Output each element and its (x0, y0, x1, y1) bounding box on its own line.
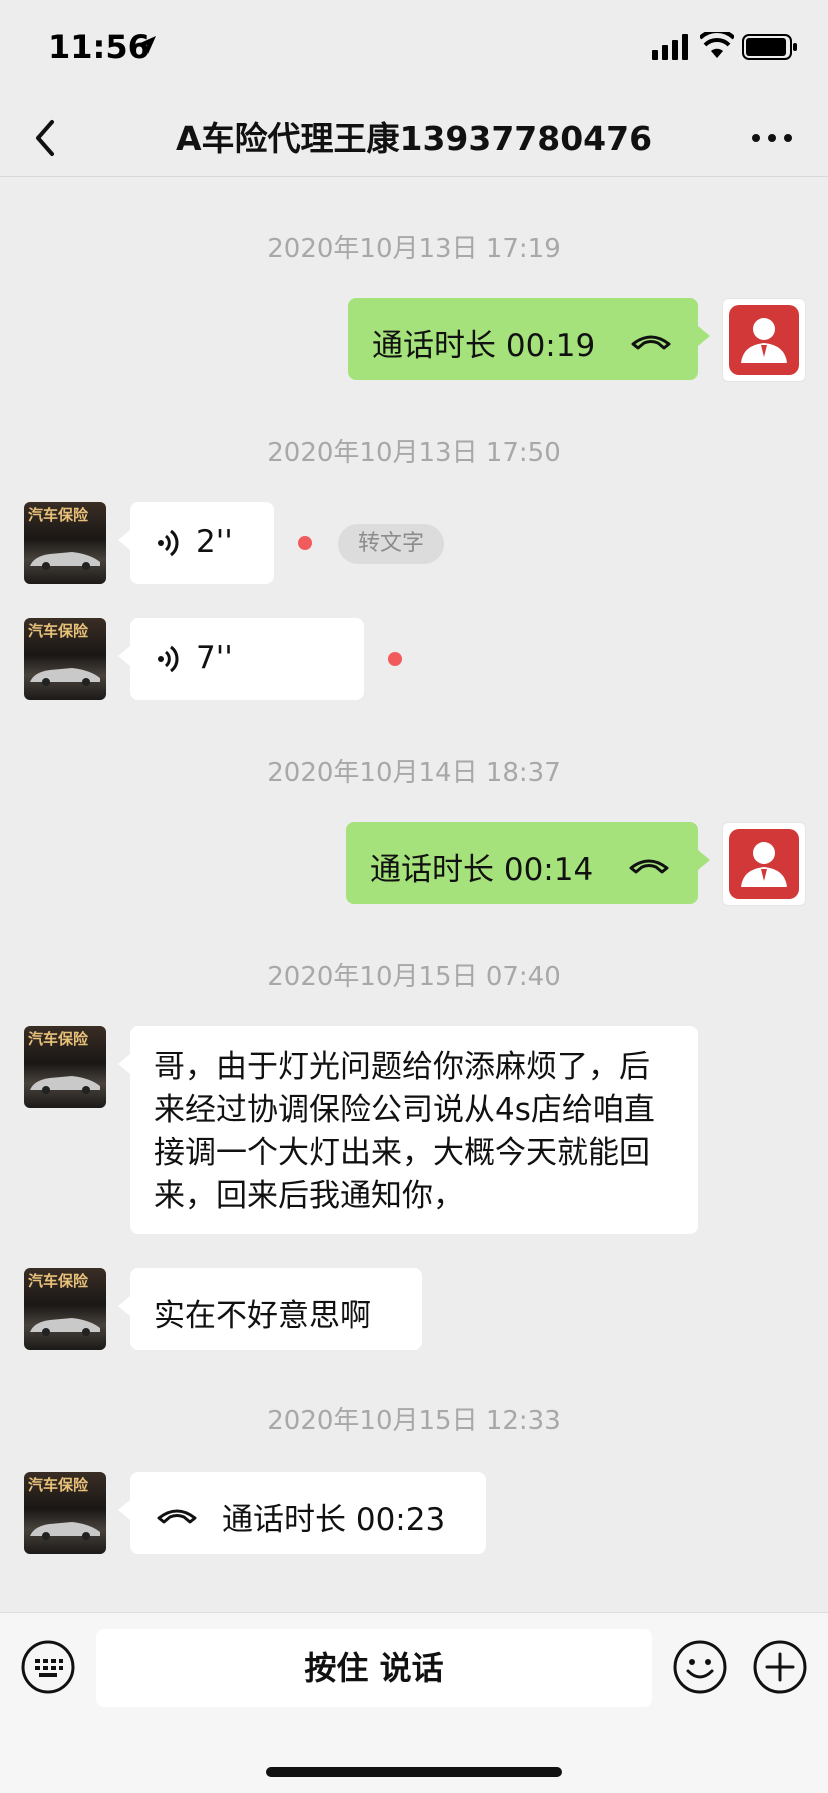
voice-wave-icon (158, 529, 179, 557)
phone-hangup-icon (157, 1509, 197, 1524)
timestamp: 2020年10月13日 17:50 (267, 438, 561, 468)
back-icon[interactable] (28, 114, 64, 162)
message-text: 实在不好意思啊 (154, 1298, 371, 1334)
avatar-brand-text: 汽车保险 (28, 622, 89, 640)
timestamp: 2020年10月15日 07:40 (267, 962, 561, 992)
car-image (30, 552, 100, 570)
call-record-bubble[interactable]: 通话时长 00:19 (348, 298, 710, 380)
avatar-brand-text: 汽车保险 (28, 1476, 89, 1494)
my-avatar[interactable] (722, 298, 806, 382)
status-time: 11:56 (48, 28, 150, 66)
avatar-brand-text: 汽车保险 (28, 506, 89, 524)
contact-avatar[interactable]: 汽车保险 (24, 502, 106, 584)
voice-wave-icon (158, 645, 179, 673)
unread-dot (388, 652, 402, 666)
home-indicator[interactable] (266, 1767, 562, 1777)
my-avatar[interactable] (722, 822, 806, 906)
contact-avatar[interactable]: 汽车保险 (24, 1472, 106, 1554)
avatar-brand-text: 汽车保险 (28, 1030, 89, 1048)
car-image (30, 1522, 100, 1540)
unread-dot (298, 536, 312, 550)
person-icon (741, 842, 787, 887)
voice-duration: 7'' (196, 640, 233, 676)
message-text: 哥，由于灯光问题给你添麻烦了，后来经过协调保险公司说从4s店给咱直接调一个大灯出… (154, 1049, 655, 1214)
car-image (30, 668, 100, 686)
emoji-icon[interactable] (672, 1639, 728, 1695)
location-arrow-icon (138, 36, 156, 54)
status-bar: 11:56 (0, 0, 828, 100)
convert-to-text-button[interactable]: 转文字 (338, 524, 444, 564)
call-duration-text: 通话时长 00:19 (372, 328, 596, 364)
battery-icon (742, 34, 797, 60)
car-image (30, 1318, 100, 1336)
contact-avatar[interactable]: 汽车保险 (24, 618, 106, 700)
car-image (30, 1076, 100, 1094)
hold-to-talk-button[interactable]: 按住 说话 (96, 1629, 652, 1707)
call-record-bubble[interactable]: 通话时长 00:23 (118, 1472, 486, 1554)
voice-duration: 2'' (196, 524, 233, 560)
text-message-bubble[interactable]: 实在不好意思啊 (118, 1268, 422, 1350)
avatar-brand-text: 汽车保险 (28, 1272, 89, 1290)
voice-message-bubble[interactable]: 7'' (118, 618, 364, 700)
signal-icon (652, 34, 688, 60)
call-duration-text: 通话时长 00:14 (370, 852, 594, 888)
wifi-icon (700, 32, 734, 58)
contact-avatar[interactable]: 汽车保险 (24, 1026, 106, 1108)
phone-hangup-icon (629, 859, 669, 874)
call-duration-text: 通话时长 00:23 (222, 1502, 446, 1538)
timestamp: 2020年10月15日 12:33 (267, 1406, 561, 1436)
input-bar: 按住 说话 (0, 1612, 828, 1793)
more-icon[interactable] (748, 126, 796, 150)
voice-message-bubble[interactable]: 2'' (118, 502, 274, 584)
chat-header: A车险代理王康13937780476 (0, 100, 828, 177)
phone-hangup-icon (631, 335, 671, 350)
person-icon (741, 318, 787, 363)
timestamp: 2020年10月14日 18:37 (267, 758, 561, 788)
contact-avatar[interactable]: 汽车保险 (24, 1268, 106, 1350)
chat-title: A车险代理王康13937780476 (175, 119, 653, 158)
text-message-bubble[interactable]: 哥，由于灯光问题给你添麻烦了，后来经过协调保险公司说从4s店给咱直接调一个大灯出… (118, 1026, 698, 1234)
timestamp: 2020年10月13日 17:19 (267, 234, 561, 264)
keyboard-icon[interactable] (20, 1639, 76, 1695)
plus-icon[interactable] (752, 1639, 808, 1695)
call-record-bubble[interactable]: 通话时长 00:14 (346, 822, 710, 904)
